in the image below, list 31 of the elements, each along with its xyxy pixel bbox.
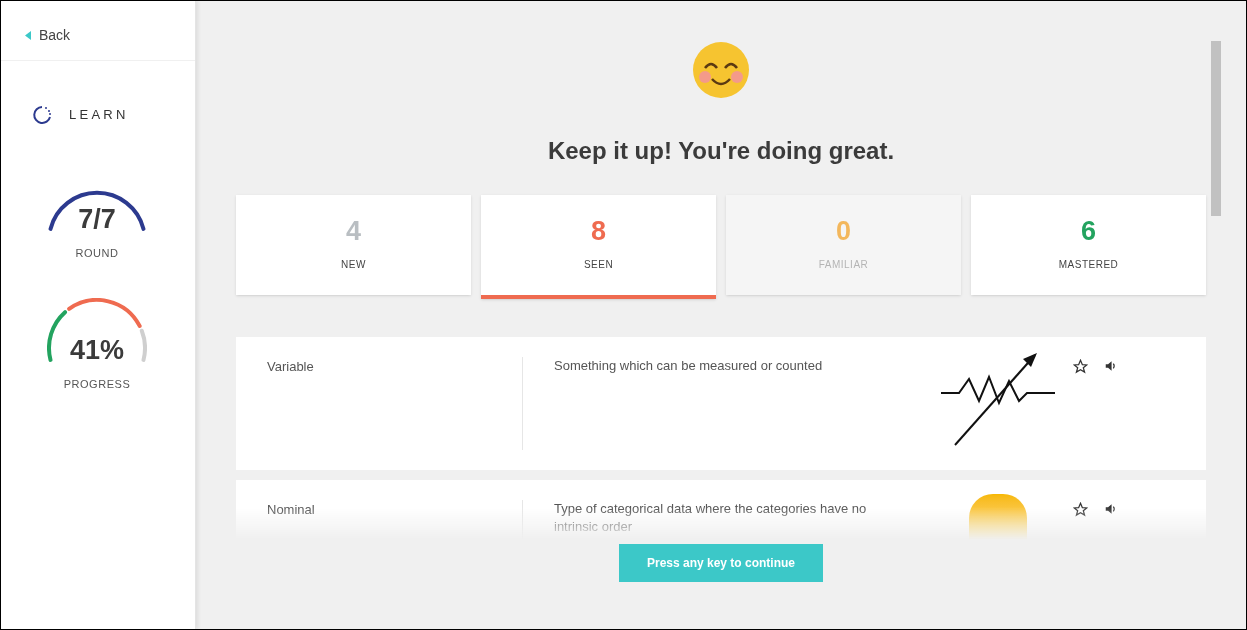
stat-label: FAMILIAR	[818, 258, 869, 272]
stat-label: SEEN	[583, 258, 614, 272]
stat-count: 6	[1081, 218, 1096, 245]
speaker-icon[interactable]	[1104, 359, 1118, 373]
gauge-value: 41%	[70, 336, 124, 364]
triangle-icon	[25, 31, 31, 40]
stat-tab[interactable]: 4 NEW	[236, 195, 471, 295]
definition-text: Type of categorical data where the categories have no intrinsic order	[553, 500, 868, 536]
stat-tab[interactable]: 8 SEEN	[481, 195, 716, 299]
rounded-shape	[969, 494, 1027, 540]
stat-tab[interactable]: 6 MASTERED	[971, 195, 1206, 295]
gauge-label: PROGRESS	[63, 376, 131, 392]
definition-text: Something which can be measured or counted	[553, 357, 824, 375]
stat-count: 4	[346, 218, 361, 245]
circle-dots-icon	[33, 105, 53, 125]
term-text: Nominal	[236, 500, 523, 540]
stat-count: 0	[836, 218, 851, 245]
stat-label: NEW	[341, 258, 366, 272]
heading: Keep it up! You're doing great.	[547, 136, 895, 166]
mode-title: LEARN	[69, 106, 129, 125]
scrollbar[interactable]	[1211, 41, 1221, 216]
smiling-face-icon	[692, 41, 750, 99]
stat-count: 8	[591, 218, 606, 245]
term-text: Variable	[236, 357, 523, 450]
back-link[interactable]: Back	[25, 25, 171, 46]
stat-label: MASTERED	[1058, 258, 1119, 272]
gauge-value: 7/7	[78, 206, 116, 233]
speaker-icon[interactable]	[1104, 502, 1118, 516]
gauge-label: ROUND	[75, 246, 119, 261]
star-icon[interactable]	[1073, 502, 1088, 517]
star-icon[interactable]	[1073, 359, 1088, 374]
